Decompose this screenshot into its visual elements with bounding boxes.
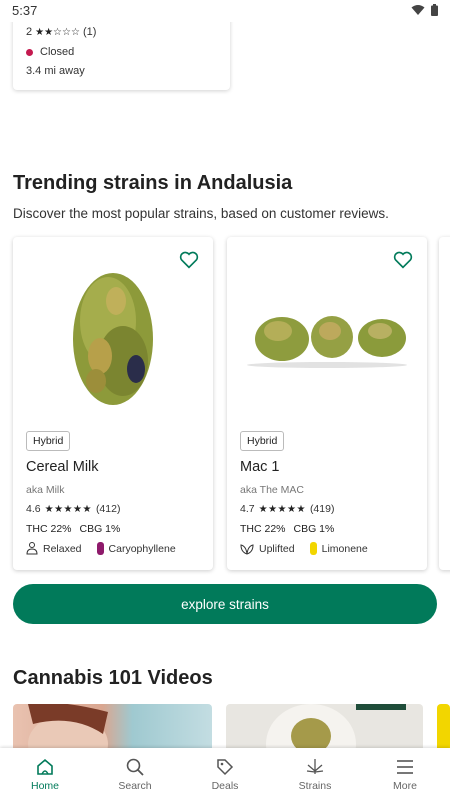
status-icons xyxy=(411,4,438,16)
strain-rating: 4.6 ★★★★★ (412) xyxy=(26,503,120,515)
effects-row: Uplifted Limonene xyxy=(240,542,368,555)
explore-strains-button[interactable]: explore strains xyxy=(13,584,437,624)
effects-row: Relaxed Caryophyllene xyxy=(26,542,176,555)
bottom-navigation: Home Search Deals Strains More xyxy=(0,748,450,800)
menu-icon xyxy=(397,759,413,774)
videos-title: Cannabis 101 Videos xyxy=(13,667,213,689)
strain-card[interactable]: Hybrid Cereal Milk aka Milk 4.6 ★★★★★ (4… xyxy=(13,237,213,570)
strain-card-next[interactable] xyxy=(439,237,450,570)
cbg-value: CBG 1% xyxy=(293,523,335,535)
video-thumbnail[interactable] xyxy=(13,704,212,750)
status-bar: 5:37 xyxy=(0,0,450,22)
nav-search[interactable]: Search xyxy=(90,748,180,800)
review-count: (412) xyxy=(95,503,121,515)
terpene-color-icon xyxy=(96,542,104,555)
terpene-label: Caryophyllene xyxy=(108,542,176,555)
wifi-icon xyxy=(411,5,425,15)
cannabinoids: THC 22% CBG 1% xyxy=(26,523,120,535)
star-rating-icon: ★★★★★ xyxy=(258,503,306,515)
nav-label: Search xyxy=(118,779,152,792)
strain-card[interactable]: Hybrid Mac 1 aka The MAC 4.7 ★★★★★ (419)… xyxy=(227,237,427,570)
distance: 3.4 mi away xyxy=(26,65,85,77)
relaxed-effect-icon xyxy=(26,542,38,555)
battery-icon xyxy=(431,4,438,16)
cannabis-bud-image xyxy=(73,273,153,405)
nav-deals[interactable]: Deals xyxy=(180,748,270,800)
leaf-icon xyxy=(306,758,324,774)
strain-name: Mac 1 xyxy=(240,459,280,475)
nav-home[interactable]: Home xyxy=(0,748,90,800)
rating-value: 4.6 xyxy=(26,503,41,515)
closed-dot-icon xyxy=(26,48,33,56)
nav-label: Strains xyxy=(298,779,332,792)
uplifted-effect-icon xyxy=(240,543,254,555)
strain-aka: aka The MAC xyxy=(240,484,304,496)
video-thumbnail-next[interactable] xyxy=(437,704,450,750)
nav-label: More xyxy=(393,779,417,792)
review-count: (419) xyxy=(309,503,335,515)
tag-icon xyxy=(217,758,234,775)
star-rating-icon: ★★★★★ xyxy=(44,503,92,515)
dispensary-rating: 2 ★★☆☆☆ (1) xyxy=(26,26,96,38)
favorite-heart-icon[interactable] xyxy=(179,251,199,269)
thc-value: THC 22% xyxy=(240,523,286,535)
cbg-value: CBG 1% xyxy=(79,523,121,535)
video-thumbnail-image xyxy=(28,704,108,750)
strain-rating: 4.7 ★★★★★ (419) xyxy=(240,503,334,515)
strain-type-badge: Hybrid xyxy=(26,431,71,451)
terpene-label: Limonene xyxy=(321,542,368,555)
rating-value: 2 xyxy=(26,26,33,38)
review-count: (1) xyxy=(82,26,97,38)
favorite-heart-icon[interactable] xyxy=(393,251,413,269)
status-time: 5:37 xyxy=(12,3,38,18)
trending-subtitle: Discover the most popular strains, based… xyxy=(13,206,389,221)
home-icon xyxy=(37,758,53,775)
video-thumbnail[interactable] xyxy=(226,704,423,750)
strain-name: Cereal Milk xyxy=(26,459,99,475)
strain-image xyxy=(239,251,415,421)
video-thumbnail-image xyxy=(266,704,406,750)
star-rating-icon: ★★☆☆☆ xyxy=(35,26,80,38)
effect-label: Relaxed xyxy=(43,542,82,555)
thc-value: THC 22% xyxy=(26,523,72,535)
nav-more[interactable]: More xyxy=(360,748,450,800)
nav-label: Home xyxy=(30,779,59,792)
status-text: Closed xyxy=(40,46,75,58)
strain-aka: aka Milk xyxy=(26,484,65,496)
strain-image xyxy=(25,251,201,421)
terpene-color-icon xyxy=(309,542,317,555)
nav-strains[interactable]: Strains xyxy=(270,748,360,800)
trending-title: Trending strains in Andalusia xyxy=(13,172,293,194)
dispensary-card[interactable]: 2 ★★☆☆☆ (1) Closed 3.4 mi away xyxy=(13,14,230,90)
search-icon xyxy=(126,758,144,776)
nav-label: Deals xyxy=(211,779,239,792)
cannabis-buds-image xyxy=(247,316,407,368)
rating-value: 4.7 xyxy=(240,503,255,515)
strain-type-badge: Hybrid xyxy=(240,431,285,451)
effect-label: Uplifted xyxy=(259,542,295,555)
open-status: Closed xyxy=(26,46,74,58)
cannabinoids: THC 22% CBG 1% xyxy=(240,523,334,535)
